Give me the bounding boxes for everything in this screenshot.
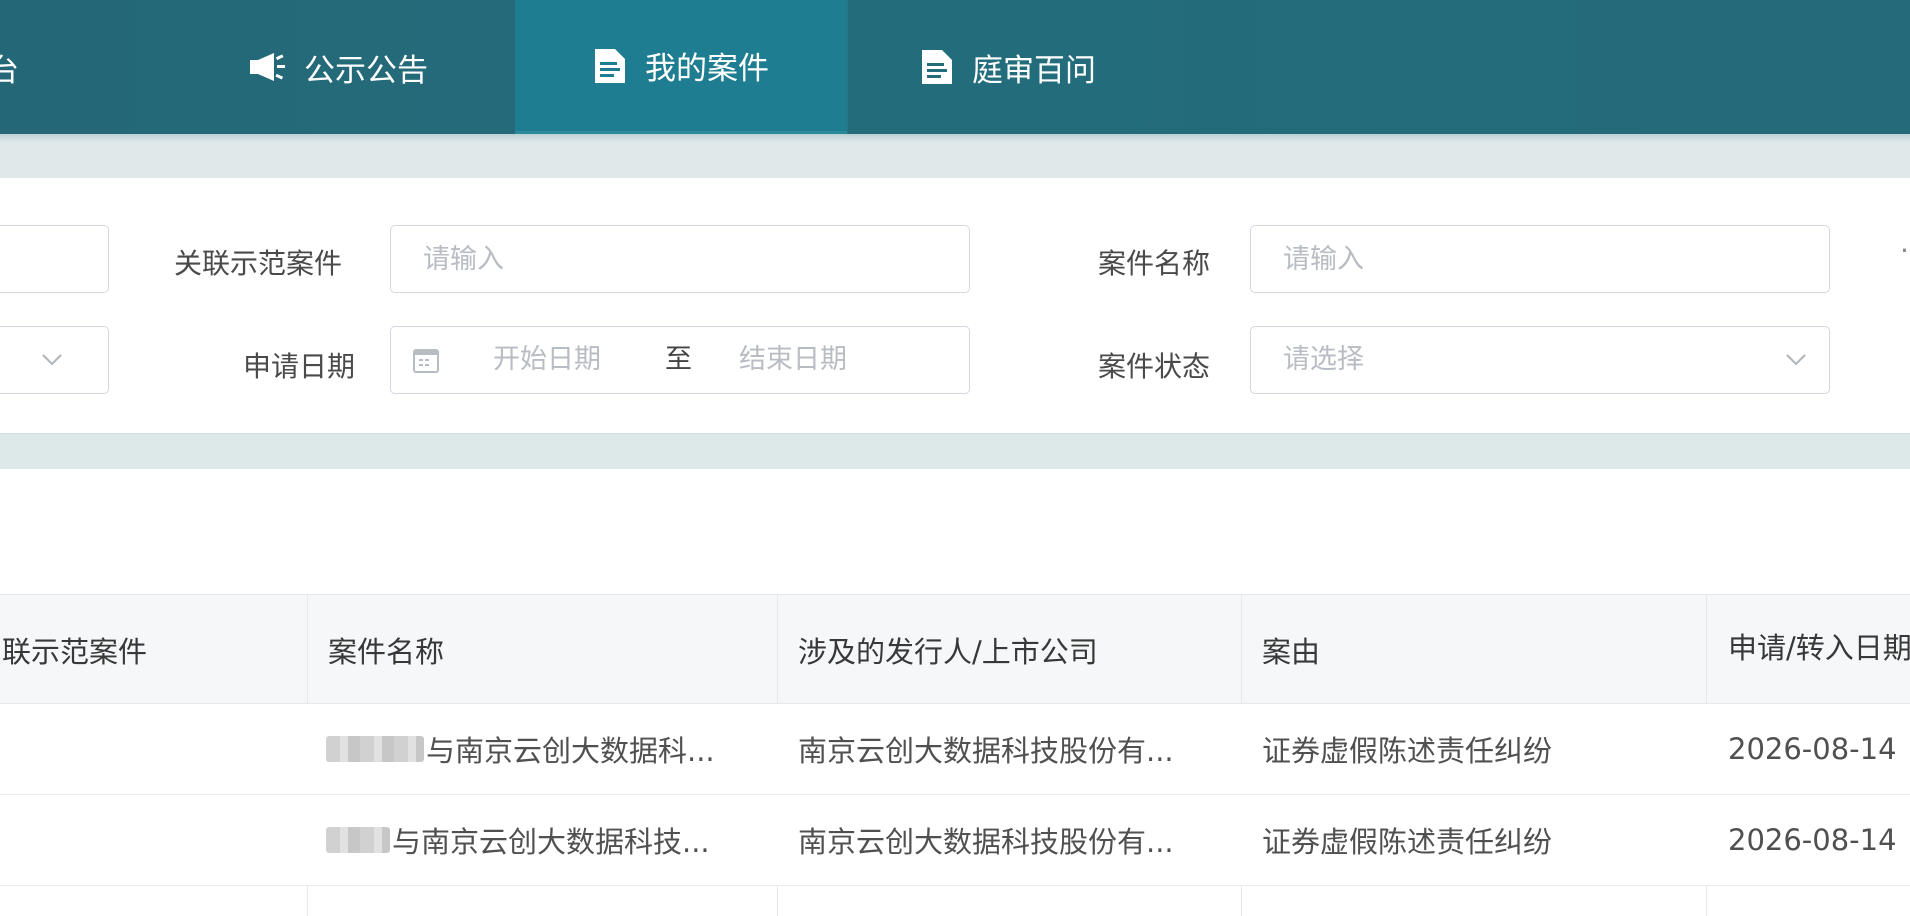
cell-case-name[interactable]: 与南京云创大数据科... xyxy=(326,704,766,794)
cell-company: 南京云创大数据科技股份有... xyxy=(798,825,1174,859)
related-case-label: 关联示范案件 xyxy=(174,247,343,280)
filter-band-top xyxy=(0,142,1910,178)
document-icon xyxy=(920,48,954,86)
cell-cause: 证券虚假陈述责任纠纷 xyxy=(1262,825,1553,859)
chevron-down-icon xyxy=(37,327,67,393)
end-date-input[interactable]: 结束日期 xyxy=(739,327,847,393)
redacted-name xyxy=(326,827,390,853)
case-status-select[interactable]: 请选择 xyxy=(1250,326,1830,394)
table-header: 联示范案件 案件名称 涉及的发行人/上市公司 案由 申请/转入日期 xyxy=(0,594,1910,704)
case-name-input[interactable] xyxy=(1251,226,1829,292)
nav-item-announcements[interactable]: 公示公告 xyxy=(248,0,428,134)
partial-input-field[interactable] xyxy=(0,225,109,293)
case-name-label: 案件名称 xyxy=(1098,247,1211,280)
case-status-placeholder: 请选择 xyxy=(1283,344,1364,375)
nav-shadow xyxy=(0,134,1910,142)
nav-item-partial[interactable]: 台 xyxy=(0,0,28,134)
start-date-input[interactable]: 开始日期 xyxy=(493,327,601,393)
cell-cause: 证券虚假陈述责任纠纷 xyxy=(1262,734,1553,768)
related-case-field[interactable] xyxy=(390,225,970,293)
table-row[interactable]: 与南京云创大数据科技... 南京云创大数据科技股份有... 证券虚假陈述责任纠纷… xyxy=(0,795,1910,886)
filter-panel: 关联示范案件 案件名称 申请日期 开始日期 至 结 xyxy=(0,178,1910,433)
redacted-name xyxy=(326,736,424,762)
chevron-down-icon xyxy=(1781,327,1811,393)
partial-edge-glyph: · xyxy=(1900,234,1909,267)
cell-related xyxy=(0,704,300,794)
case-status-label: 案件状态 xyxy=(1098,350,1211,383)
apply-date-range[interactable]: 开始日期 至 结束日期 xyxy=(390,326,970,394)
cell-related xyxy=(0,795,300,885)
cell-company: 南京云创大数据科技股份有... xyxy=(798,734,1174,768)
related-case-input[interactable] xyxy=(391,226,969,292)
nav-item-announcements-label: 公示公告 xyxy=(304,52,428,89)
column-header-related[interactable]: 联示范案件 xyxy=(0,595,300,705)
filter-band-bottom xyxy=(0,433,1910,469)
cell-date: 2026-08-14 xyxy=(1728,823,1897,857)
table-row[interactable]: 与南京云创大数据科... 南京云创大数据科技股份有... 证券虚假陈述责任纠纷 … xyxy=(0,704,1910,795)
column-header-date[interactable]: 申请/转入日期 xyxy=(1728,595,1910,705)
date-range-separator: 至 xyxy=(665,344,692,375)
nav-item-my-cases[interactable]: 我的案件 xyxy=(515,0,847,134)
page: 台 公示公告 我的案件 庭审百问 关联示范案件 请输入 案件名称 请输入 申请日… xyxy=(0,0,1910,916)
calendar-icon xyxy=(411,345,441,379)
column-header-cause[interactable]: 案由 xyxy=(1262,595,1702,705)
column-header-company[interactable]: 涉及的发行人/上市公司 xyxy=(798,595,1238,705)
megaphone-icon xyxy=(248,50,286,84)
nav-item-my-cases-label: 我的案件 xyxy=(645,51,769,87)
nav-item-trial-faq[interactable]: 庭审百问 xyxy=(920,0,1096,134)
column-header-case-name[interactable]: 案件名称 xyxy=(328,595,768,705)
cell-date: 2026-08-14 xyxy=(1728,732,1897,766)
apply-date-label: 申请日期 xyxy=(243,350,356,383)
nav-item-trial-faq-label: 庭审百问 xyxy=(972,52,1096,89)
case-name-field[interactable] xyxy=(1250,225,1830,293)
document-icon xyxy=(593,47,627,85)
cell-case-name[interactable]: 与南京云创大数据科技... xyxy=(326,795,766,885)
nav-item-partial-label: 台 xyxy=(0,52,19,89)
top-navigation: 台 公示公告 我的案件 庭审百问 xyxy=(0,0,1910,134)
partial-select-field[interactable] xyxy=(0,326,109,394)
